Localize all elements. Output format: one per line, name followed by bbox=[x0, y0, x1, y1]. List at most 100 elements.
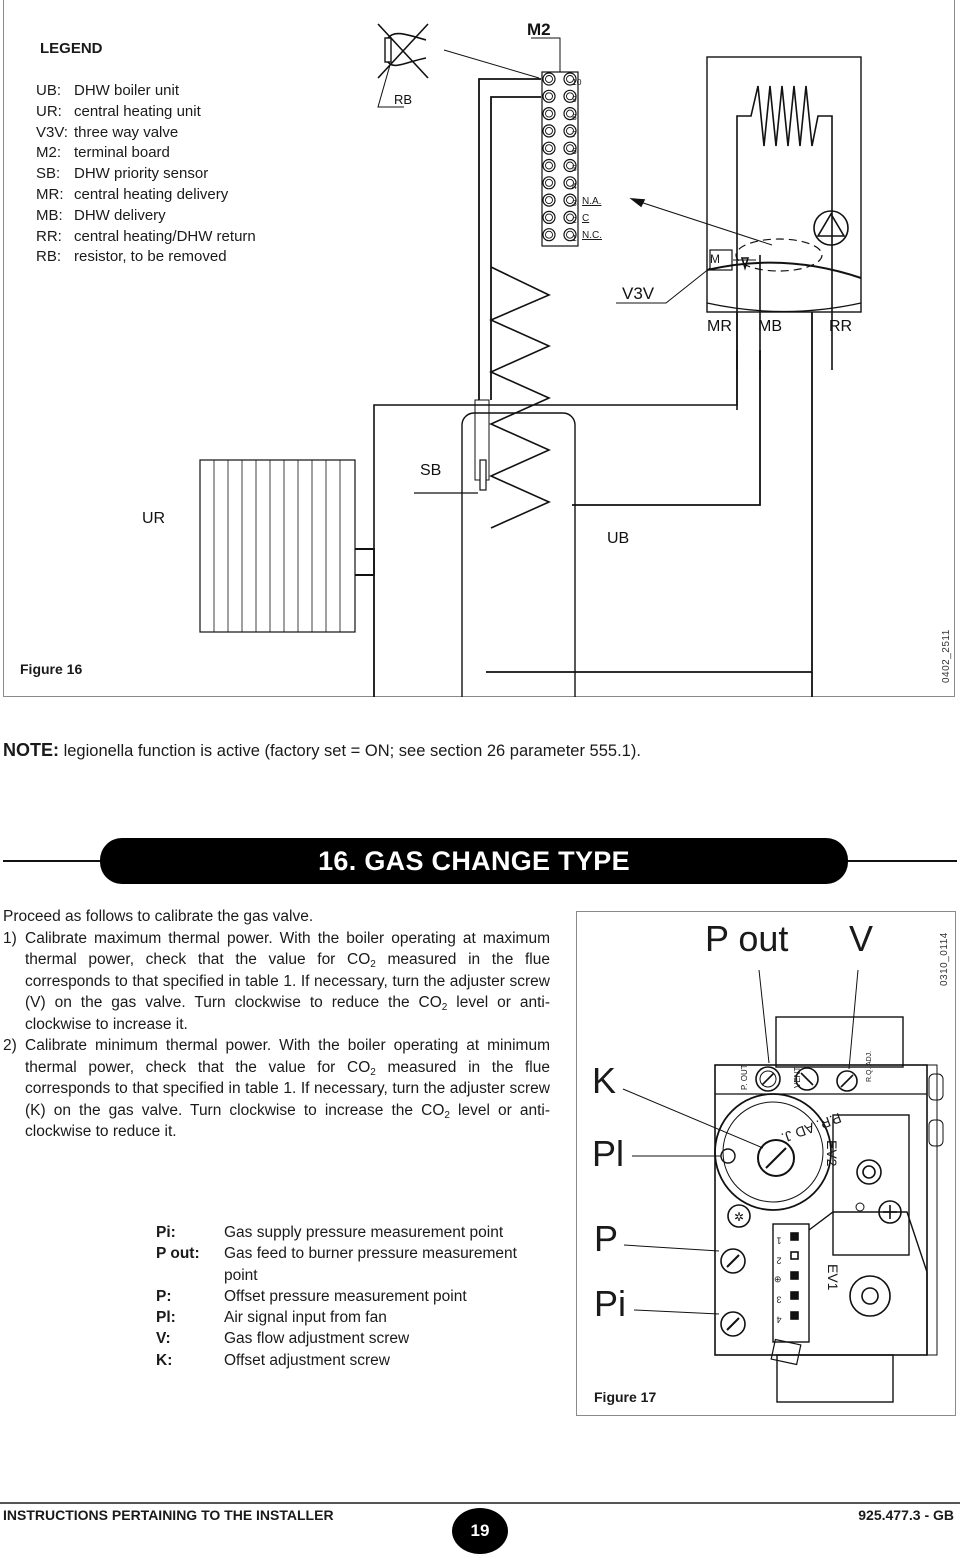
terminal-numbers: 10 9 8 7 6 5 4 3 2 1 bbox=[572, 74, 581, 247]
legend-key: V3V: bbox=[36, 123, 68, 141]
footer-document-code: 925.477.3 - GB bbox=[858, 1507, 954, 1523]
procedure-step: 1) Calibrate maximum thermal power. With… bbox=[3, 928, 550, 1036]
symbol-key: P out: bbox=[156, 1245, 200, 1263]
symbol-item: Pl: Air signal input from fan bbox=[156, 1307, 554, 1328]
terminal-screw-icon bbox=[542, 228, 556, 242]
symbol-key: K: bbox=[156, 1351, 173, 1369]
note-text: legionella function is active (factory s… bbox=[59, 742, 641, 760]
pi-screw-icon bbox=[720, 1311, 746, 1337]
legend-value: central heating delivery bbox=[74, 185, 229, 203]
label-ub: UB bbox=[607, 530, 630, 547]
legend-value: DHW boiler unit bbox=[74, 82, 180, 99]
terminal-number: 5 bbox=[572, 163, 577, 174]
symbol-key: V: bbox=[156, 1330, 171, 1348]
heading-rule-left bbox=[3, 860, 103, 862]
connector-pin-label: 1 bbox=[776, 1235, 782, 1246]
label-rb: RB bbox=[394, 92, 413, 107]
heading-rule-right bbox=[846, 860, 957, 862]
legend-item: SB: DHW priority sensor bbox=[36, 164, 256, 185]
legend-key: MB: bbox=[36, 206, 63, 224]
step-number: 2) bbox=[3, 1037, 17, 1054]
label-pi: Pi bbox=[594, 1283, 627, 1324]
connector-pins: 1 2 ⊕ 3 4 bbox=[774, 1230, 782, 1329]
procedure-intro: Proceed as follows to calibrate the gas … bbox=[3, 908, 314, 925]
terminal-screw-icon bbox=[542, 89, 556, 103]
procedure-step: 2) Calibrate minimum thermal power. With… bbox=[3, 1035, 550, 1143]
page-number-badge: 19 bbox=[452, 1508, 508, 1554]
p-out-screw-icon bbox=[755, 1066, 781, 1092]
symbol-description: Air signal input from fan bbox=[224, 1309, 387, 1327]
legend-item: UR: central heating unit bbox=[36, 102, 256, 123]
connector-pin-label: 3 bbox=[776, 1294, 782, 1305]
connector-pin-label: ⊕ bbox=[774, 1275, 782, 1286]
symbol-description: Gas flow adjustment screw bbox=[224, 1330, 410, 1348]
step-text: Calibrate minimum thermal power. With th… bbox=[25, 1037, 550, 1140]
terminal-number: 9 bbox=[572, 94, 577, 105]
symbol-item: Pi: Gas supply pressure measurement point bbox=[156, 1222, 554, 1243]
label-m2: M2 bbox=[527, 20, 551, 39]
connector-pin-label: 2 bbox=[776, 1255, 782, 1266]
terminal-screw-icon bbox=[542, 193, 556, 207]
label-mr: MR bbox=[707, 318, 732, 335]
legend-key: SB: bbox=[36, 165, 61, 183]
legend-item: MB: DHW delivery bbox=[36, 206, 256, 227]
symbol-description: Offset pressure measurement point bbox=[224, 1287, 467, 1305]
legend-value: three way valve bbox=[74, 123, 179, 141]
footer-section-title: INSTRUCTIONS PERTAINING TO THE INSTALLER bbox=[3, 1507, 334, 1523]
symbol-description: Offset adjustment screw bbox=[224, 1351, 390, 1369]
p-screw-icon bbox=[720, 1248, 746, 1274]
legend-title: LEGEND bbox=[40, 40, 103, 57]
terminal-number: 8 bbox=[572, 111, 577, 122]
symbol-item: K: Offset adjustment screw bbox=[156, 1350, 554, 1371]
radiator-ur-icon bbox=[199, 459, 374, 633]
label-vent: VENT bbox=[793, 1066, 802, 1088]
legend-item: M2: terminal board bbox=[36, 143, 256, 164]
label-rr: RR bbox=[829, 318, 853, 335]
legend-key: UB: bbox=[36, 82, 62, 99]
legend-item: MR: central heating delivery bbox=[36, 185, 256, 206]
figure-16-code: 0402_2511 bbox=[941, 629, 952, 683]
terminal-c: C bbox=[582, 213, 590, 224]
connector-pin-label: 4 bbox=[776, 1314, 782, 1325]
legend-value: resistor, to be removed bbox=[74, 248, 227, 266]
svg-text:✲: ✲ bbox=[734, 1210, 744, 1224]
symbol-item: V: Gas flow adjustment screw bbox=[156, 1328, 554, 1349]
symbol-description: Gas feed to burner pressure measurement … bbox=[224, 1245, 517, 1284]
symbol-key: Pi: bbox=[156, 1224, 176, 1241]
label-k: K bbox=[592, 1060, 617, 1101]
terminal-number: 1 bbox=[572, 232, 577, 243]
legend-value: central heating/DHW return bbox=[74, 227, 256, 245]
terminal-screw-icon bbox=[542, 210, 556, 224]
terminal-number: 10 bbox=[572, 77, 582, 87]
label-motor: M bbox=[710, 252, 720, 266]
symbol-item: P: Offset pressure measurement point bbox=[156, 1286, 554, 1307]
legend-key: RR: bbox=[36, 227, 62, 245]
symbol-key: P: bbox=[156, 1287, 172, 1305]
terminal-na: N.A. bbox=[582, 196, 602, 207]
label-p: P bbox=[594, 1218, 619, 1259]
label-ev2: EV2 bbox=[824, 1140, 840, 1167]
legend-value: terminal board bbox=[74, 144, 170, 162]
step-number: 1) bbox=[3, 929, 17, 947]
legend-item: V3V: three way valve bbox=[36, 123, 256, 144]
symbol-description: Gas supply pressure measurement point bbox=[224, 1224, 504, 1241]
label-pl: Pl bbox=[592, 1133, 625, 1174]
legend-key: RB: bbox=[36, 248, 62, 266]
terminal-nc: N.C. bbox=[582, 230, 602, 241]
terminal-number: 7 bbox=[572, 128, 577, 139]
terminal-screw-icon bbox=[542, 124, 556, 138]
gas-valve-diagram: ✲ bbox=[622, 969, 944, 1403]
label-v: V bbox=[849, 918, 874, 959]
legend-item: RB: resistor, to be removed bbox=[36, 247, 256, 268]
symbol-legend: Pi: Gas supply pressure measurement point… bbox=[156, 1222, 554, 1371]
label-p-out: P out bbox=[705, 918, 789, 959]
legend-key: MR: bbox=[36, 185, 64, 203]
legend-value: DHW delivery bbox=[74, 206, 166, 224]
figure-17-code: 0310_0114 bbox=[939, 932, 950, 986]
terminal-number: 3 bbox=[572, 198, 577, 209]
terminal-screw-icon bbox=[542, 141, 556, 155]
label-mb: MB bbox=[758, 318, 782, 335]
note-label: NOTE: bbox=[3, 740, 59, 760]
figure-16-caption: Figure 16 bbox=[20, 661, 83, 677]
label-v3v: V3V bbox=[622, 284, 655, 303]
